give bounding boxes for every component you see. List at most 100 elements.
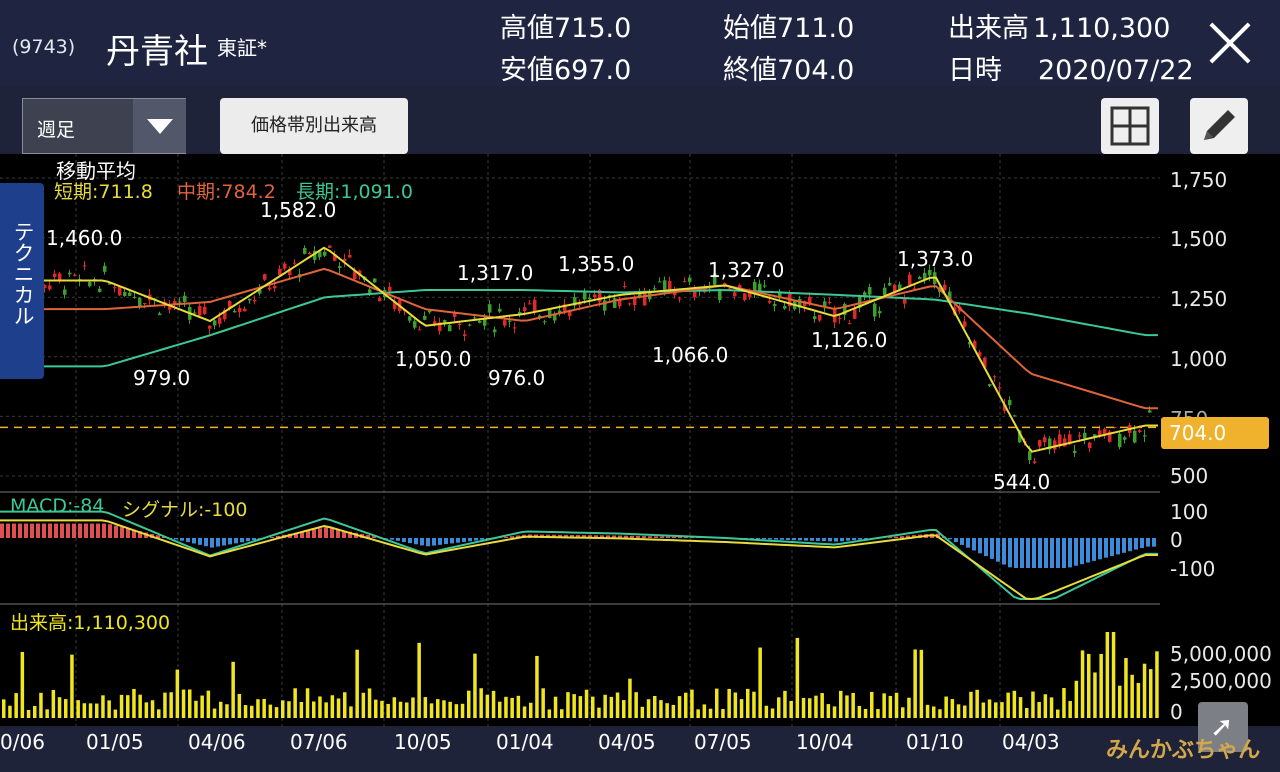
candle-body: [233, 310, 237, 313]
volume-bar: [8, 705, 12, 718]
macd-bar: [834, 538, 838, 542]
volume-bar: [330, 695, 335, 718]
volume-bar: [454, 704, 459, 718]
open-stat: 始値711.0: [723, 13, 855, 44]
volume-bar: [746, 688, 750, 718]
macd-bar: [126, 528, 130, 538]
volume-by-price-button[interactable]: 価格帯別出来高: [220, 98, 408, 154]
volume-bar: [820, 693, 824, 718]
volume-bar: [374, 699, 378, 718]
macd-bar: [774, 538, 778, 540]
candle-body: [1028, 451, 1032, 461]
candle-body: [178, 301, 182, 303]
chevron-down-icon[interactable]: [133, 99, 186, 153]
volume-bar: [169, 692, 173, 718]
macd-bar: [66, 523, 70, 538]
candle-body: [848, 323, 852, 325]
volume-bar: [293, 688, 297, 718]
macd-bar: [1020, 538, 1024, 568]
candle-body: [918, 277, 922, 280]
volume-bar: [243, 705, 248, 718]
macd-bar: [1146, 538, 1150, 547]
candle-body: [1013, 415, 1017, 417]
macd-bar: [1110, 538, 1114, 557]
candle-body: [533, 299, 537, 313]
stock-chart[interactable]: [0, 154, 1160, 726]
volume-bar: [851, 692, 855, 718]
macd-bar: [1086, 538, 1090, 563]
macd-bar: [60, 523, 64, 538]
macd-bar: [672, 536, 676, 538]
candle-body: [208, 325, 212, 329]
macd-bar: [462, 538, 466, 542]
macd-bar: [660, 536, 664, 538]
extreme-label: 1,373.0: [897, 247, 974, 271]
volume-bar: [969, 691, 973, 718]
candle-body: [743, 293, 747, 301]
volume-bar: [839, 690, 843, 718]
macd-bar: [816, 538, 820, 541]
draw-button[interactable]: [1190, 98, 1248, 154]
candle-body: [183, 295, 187, 303]
volume-stat: 出来高 1,110,300: [948, 13, 1171, 44]
period-select[interactable]: 週足: [22, 98, 186, 154]
macd-bar: [186, 538, 190, 543]
volume-bar: [1056, 709, 1060, 718]
macd-bar: [330, 528, 334, 538]
candle-body: [283, 263, 287, 269]
candle-body: [128, 292, 132, 296]
volume-bar: [975, 689, 979, 718]
volume-bar: [1093, 672, 1097, 718]
candle-body: [1133, 430, 1137, 443]
macd-bar: [0, 523, 4, 538]
volume-bar: [1037, 701, 1041, 718]
close-icon[interactable]: [1200, 14, 1260, 74]
macd-bar: [192, 538, 196, 544]
macd-bar: [96, 523, 100, 538]
volume-bar: [1025, 708, 1029, 718]
high-stat: 高値715.0: [500, 13, 632, 44]
volume-bar: [386, 703, 390, 718]
macd-bar: [1098, 538, 1102, 560]
candle-body: [773, 304, 777, 307]
macd-bar: [822, 538, 826, 542]
volume-bar: [615, 692, 620, 718]
chart-area[interactable]: [0, 154, 1160, 726]
volume-bar: [274, 707, 279, 718]
grid-layout-button[interactable]: [1101, 98, 1159, 154]
candle-body: [418, 329, 422, 331]
volume-bar: [448, 701, 452, 718]
volume-bar: [653, 696, 657, 718]
technical-tab[interactable]: テクニカル: [0, 183, 44, 379]
volume-bar: [287, 701, 291, 718]
volume-bar: [702, 704, 707, 718]
candle-body: [508, 320, 512, 322]
volume-bar: [26, 709, 31, 718]
candle-body: [198, 305, 202, 316]
candle-body: [988, 384, 992, 386]
volume-bar: [603, 694, 607, 718]
volume-bar: [1105, 632, 1110, 718]
candle-body: [998, 387, 1002, 389]
macd-bar: [1068, 538, 1072, 568]
macd-bar: [42, 523, 46, 538]
volume-bar: [535, 655, 539, 718]
volume-bar: [57, 697, 62, 718]
candle-body: [678, 298, 682, 300]
volume-bar: [987, 699, 992, 718]
volume-bar: [950, 699, 955, 718]
macd-bar: [108, 524, 112, 538]
volume-bar: [70, 654, 74, 718]
candle-body: [1053, 440, 1057, 450]
volume-bar: [516, 695, 521, 718]
macd-bar: [1008, 538, 1012, 568]
macd-bar: [240, 538, 244, 543]
volume-bar: [956, 704, 961, 718]
volume-bar: [157, 709, 161, 718]
candle-body: [1008, 399, 1012, 406]
volume-bar: [777, 697, 781, 718]
candle-body: [1078, 435, 1082, 437]
volume-bar: [82, 703, 87, 718]
candle-body: [218, 317, 222, 324]
macd-bar: [780, 538, 784, 540]
